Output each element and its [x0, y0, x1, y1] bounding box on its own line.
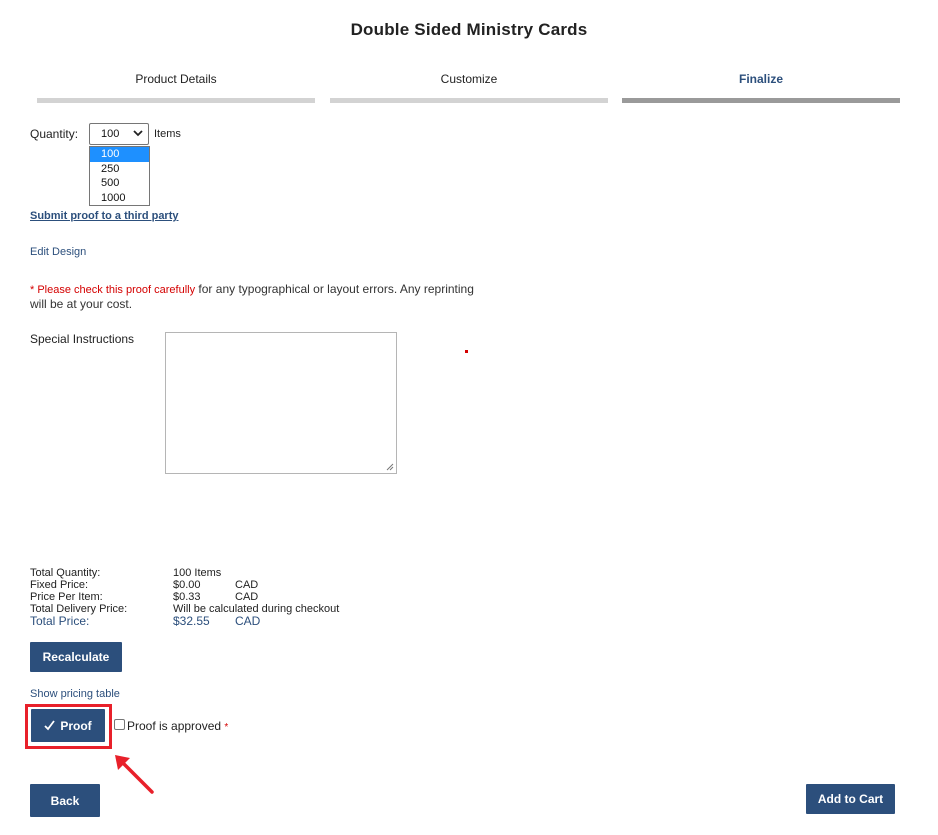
step-product-details[interactable]: Product Details: [37, 72, 315, 86]
quantity-option[interactable]: 100: [90, 147, 149, 162]
proof-button-label: Proof: [60, 718, 92, 733]
proof-approved-text: Proof is approved: [127, 719, 222, 733]
required-dot: [465, 350, 468, 353]
quantity-selected-value: 100: [101, 128, 120, 140]
special-instructions-label: Special Instructions: [30, 332, 135, 346]
proof-approved-checkbox[interactable]: [114, 719, 125, 730]
quantity-option[interactable]: 250: [90, 162, 149, 177]
special-instructions-textarea[interactable]: [165, 332, 397, 474]
fixed-price-value: $0.00: [173, 579, 201, 591]
step-bar-finalize: [622, 98, 900, 103]
submit-proof-link[interactable]: Submit proof to a third party: [30, 210, 179, 222]
quantity-dropdown-list: 100 250 500 1000: [89, 146, 150, 206]
total-quantity-value: 100 Items: [173, 567, 222, 579]
show-pricing-table-link[interactable]: Show pricing table: [30, 688, 120, 700]
proof-warning: * Please check this proof carefully for …: [30, 282, 480, 311]
price-per-item-currency: CAD: [235, 591, 259, 603]
total-quantity-label: Total Quantity:: [30, 567, 101, 579]
proof-approved-required: *: [224, 722, 229, 733]
quantity-option[interactable]: 1000: [90, 191, 149, 206]
proof-warning-required: * Please check this proof carefully: [30, 284, 196, 296]
edit-design-link[interactable]: Edit Design: [30, 246, 86, 258]
price-per-item-label: Price Per Item:: [30, 591, 103, 603]
total-price-label: Total Price:: [30, 614, 90, 628]
red-arrow-icon: [115, 755, 154, 794]
step-finalize[interactable]: Finalize: [622, 72, 900, 86]
resize-grip-icon[interactable]: [385, 462, 394, 471]
step-bar-customize: [330, 98, 608, 103]
quantity-option[interactable]: 500: [90, 176, 149, 191]
price-per-item-value: $0.33: [173, 591, 201, 603]
page-title: Double Sided Ministry Cards: [350, 20, 588, 39]
quantity-select[interactable]: 100: [89, 123, 149, 145]
step-bar-product-details: [37, 98, 315, 103]
fixed-price-currency: CAD: [235, 579, 259, 591]
total-price-value: $32.55: [173, 614, 210, 628]
back-button[interactable]: Back: [30, 784, 100, 817]
total-price-currency: CAD: [235, 614, 261, 628]
checkmark-icon: [44, 720, 56, 731]
chevron-down-icon: [133, 130, 143, 137]
step-customize[interactable]: Customize: [330, 72, 608, 86]
add-to-cart-button[interactable]: Add to Cart: [806, 784, 895, 814]
quantity-label: Quantity:: [30, 127, 79, 141]
proof-button[interactable]: Proof: [31, 709, 105, 742]
recalculate-button[interactable]: Recalculate: [30, 642, 122, 672]
quantity-unit: Items: [154, 128, 181, 140]
proof-approved-label: Proof is approved *: [127, 719, 228, 733]
fixed-price-label: Fixed Price:: [30, 579, 89, 591]
